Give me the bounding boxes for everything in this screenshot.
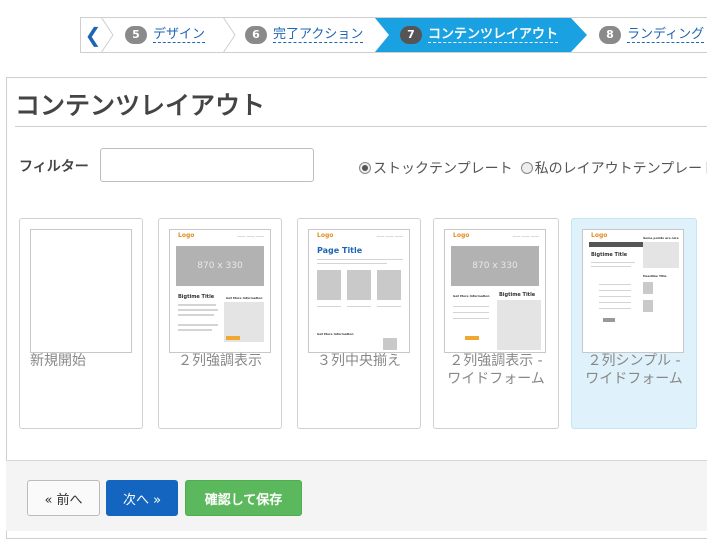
- thumbnail-text-line: [178, 309, 218, 311]
- logo-icon: Logo: [317, 232, 334, 239]
- thumbnail-text-block: [497, 300, 541, 350]
- filter-input[interactable]: [100, 148, 314, 182]
- thumbnail-text-line: [317, 306, 341, 307]
- thumbnail-form-line: [599, 284, 631, 285]
- template-card-label-line2: ワイドフォーム: [585, 371, 683, 387]
- thumbnail-column-image: [317, 270, 341, 300]
- radio-unchecked-icon[interactable]: [520, 162, 533, 174]
- template-thumbnail-blank: [30, 229, 132, 353]
- prev-button[interactable]: « 前へ: [27, 480, 100, 516]
- thumbnail-nav: —— —— ——: [512, 234, 539, 239]
- template-thumbnail: Logo —— —— —— 870 x 330 Bigtime Title Ge…: [169, 229, 271, 353]
- next-button[interactable]: 次へ »: [106, 480, 178, 516]
- thumbnail-text-line: [591, 266, 631, 267]
- wizard-step-5[interactable]: 5 デザイン: [125, 18, 206, 52]
- thumbnail-sub-heading: Get More Information: [317, 332, 354, 336]
- step-separator: [101, 18, 114, 52]
- thumbnail-column-image: [377, 270, 401, 300]
- thumbnail-side-heading: Some points are nice: [643, 236, 679, 240]
- thumbnail-button: [226, 336, 240, 340]
- radio-checked-icon[interactable]: [359, 162, 371, 174]
- template-card-new[interactable]: 新規開始: [19, 218, 143, 429]
- template-card-2col-highlight-wideform[interactable]: Logo —— —— —— 870 x 330 Get More Informa…: [433, 218, 559, 429]
- page-title: コンテンツレイアウト: [15, 91, 266, 120]
- step-separator: [223, 18, 236, 52]
- thumbnail-small-image: [383, 338, 397, 350]
- thumbnail-form-line: [599, 308, 631, 309]
- template-card-label: ２列強調表示 - ワイドフォーム: [434, 352, 558, 388]
- filter-label: フィルター: [19, 159, 89, 175]
- template-card-label: ２列シンプル - ワイドフォーム: [572, 352, 696, 388]
- wizard-step-bar: ❮ 5 デザイン 6 完了アクション 7 コンテンツレイアウト 8 ランディング: [80, 17, 707, 53]
- thumbnail-small-image: [643, 300, 653, 312]
- step-label: 完了アクション: [273, 27, 364, 43]
- thumbnail-text-line: [317, 263, 387, 264]
- template-card-label: ３列中央揃え: [317, 353, 401, 369]
- template-card-label: 新規開始: [30, 353, 86, 369]
- thumbnail-nav: —— —— ——: [376, 234, 403, 239]
- step-label: ランディング: [627, 27, 705, 43]
- thumbnail-small-image: [643, 282, 653, 294]
- step-number-badge: 5: [125, 26, 147, 44]
- thumbnail-text-line: [591, 262, 635, 263]
- thumbnail-column-image: [347, 270, 371, 300]
- step-number-badge: 7: [400, 26, 422, 44]
- step-label: コンテンツレイアウト: [428, 27, 559, 43]
- thumbnail-hero-image: 870 x 330: [176, 246, 264, 286]
- step-number-badge: 6: [245, 26, 267, 44]
- logo-icon: Logo: [453, 232, 470, 239]
- thumbnail-side-heading: Get More Information: [226, 296, 263, 300]
- thumbnail-form-line: [453, 312, 489, 313]
- thumbnail-heading: Bigtime Title: [499, 292, 536, 298]
- step-label: デザイン: [153, 27, 206, 43]
- template-card-2col-simple-wideform[interactable]: Logo Bigtime Title Some points are nice …: [571, 218, 697, 429]
- thumbnail-heading: Bigtime Title: [178, 294, 215, 300]
- template-source-radio-group: ストックテンプレート 私のレイアウトテンプレート: [359, 158, 707, 178]
- template-card-2col-highlight[interactable]: Logo —— —— —— 870 x 330 Bigtime Title Ge…: [158, 218, 282, 429]
- thumbnail-text-line: [178, 324, 218, 326]
- template-card-label-line2: ワイドフォーム: [447, 371, 545, 387]
- radio-label: 私のレイアウトテンプレート: [534, 161, 707, 177]
- logo-icon: Logo: [178, 232, 195, 239]
- thumbnail-text-line: [377, 306, 401, 307]
- thumbnail-form-line: [599, 296, 631, 297]
- template-thumbnail: Logo Bigtime Title Some points are nice …: [582, 229, 684, 353]
- template-card-3col-centered[interactable]: Logo —— —— —— Page Title Get More Inform…: [297, 218, 421, 429]
- thumbnail-side-heading-2: Headline Title: [643, 274, 667, 278]
- confirm-save-button[interactable]: 確認して保存: [185, 480, 302, 516]
- title-divider: [15, 126, 707, 127]
- thumbnail-text-line: [178, 304, 216, 306]
- thumbnail-heading: Page Title: [317, 246, 363, 255]
- template-card-label-line1: ２列強調表示 -: [449, 353, 543, 369]
- thumbnail-form-line: [453, 306, 489, 307]
- thumbnail-button: [603, 318, 615, 322]
- thumbnail-text-line: [178, 314, 214, 316]
- thumbnail-text-line: [317, 259, 403, 260]
- thumbnail-button: [465, 336, 479, 340]
- radio-label: ストックテンプレート: [373, 161, 513, 177]
- template-card-label-line1: ２列シンプル -: [587, 353, 681, 369]
- thumbnail-heading: Bigtime Title: [591, 252, 628, 258]
- thumbnail-form-line: [599, 302, 631, 303]
- radio-my-layout-templates[interactable]: 私のレイアウトテンプレート: [520, 161, 707, 177]
- thumbnail-form-line: [599, 290, 631, 291]
- thumbnail-side-heading: Get More Information: [453, 294, 490, 298]
- template-card-label: ２列強調表示: [178, 353, 262, 369]
- thumbnail-nav: —— —— ——: [237, 234, 264, 239]
- step-number-badge: 8: [599, 26, 621, 44]
- thumbnail-text-line: [347, 306, 371, 307]
- template-thumbnail: Logo —— —— —— Page Title Get More Inform…: [308, 229, 410, 353]
- logo-icon: Logo: [591, 232, 608, 239]
- template-thumbnail: Logo —— —— —— 870 x 330 Get More Informa…: [444, 229, 546, 353]
- thumbnail-hero-image: 870 x 330: [451, 246, 539, 286]
- thumbnail-text-line: [178, 329, 212, 331]
- thumbnail-side-box: [643, 242, 679, 268]
- wizard-step-8[interactable]: 8 ランディング: [599, 18, 705, 52]
- wizard-step-6[interactable]: 6 完了アクション: [245, 18, 364, 52]
- thumbnail-form-line: [453, 318, 489, 319]
- wizard-step-7[interactable]: 7 コンテンツレイアウト: [400, 18, 559, 52]
- radio-stock-templates[interactable]: ストックテンプレート: [359, 161, 513, 177]
